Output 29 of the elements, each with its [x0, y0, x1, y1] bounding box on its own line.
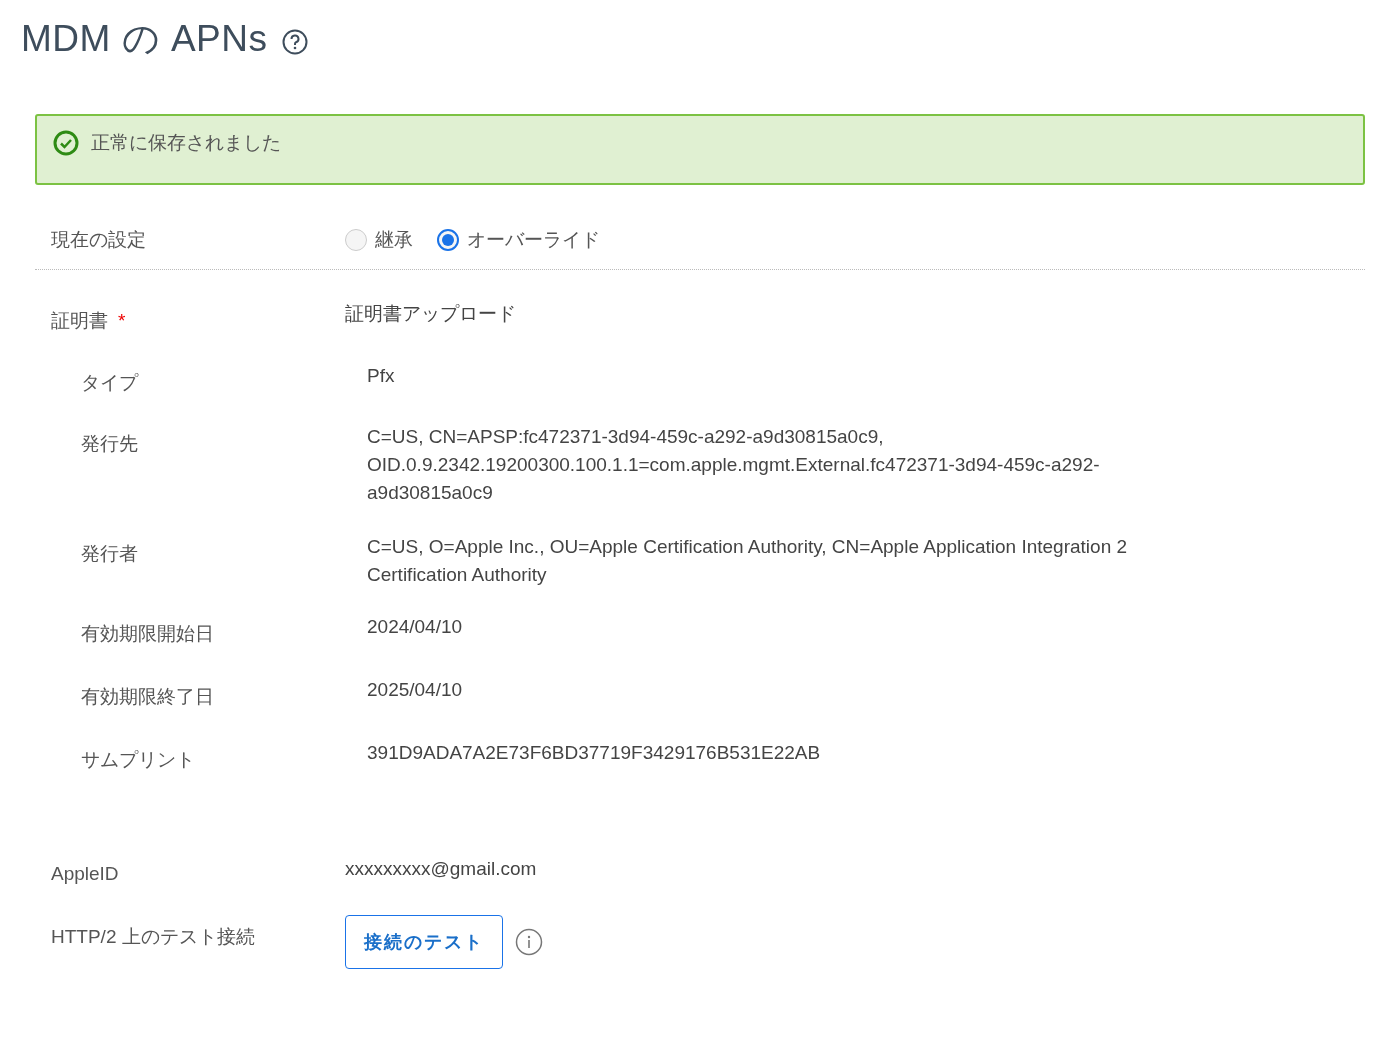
check-circle-icon — [53, 130, 79, 156]
radio-button[interactable] — [437, 229, 459, 251]
page-title: MDM の APNs — [21, 17, 268, 61]
field-label: AppleID — [51, 862, 120, 885]
field-value: 証明書アップロード — [345, 302, 516, 326]
field-label: 証明書 — [51, 310, 108, 331]
field-label: HTTP/2 上のテスト接続 — [51, 925, 256, 949]
field-label: サムプリント — [81, 748, 196, 772]
help-icon[interactable] — [281, 29, 308, 55]
field-label: 発行先 — [81, 432, 139, 456]
field-label: 発行者 — [81, 542, 139, 566]
radio-label[interactable]: 継承 — [375, 227, 413, 253]
field-value: C=US, CN=APSP:fc472371-3d94-459c-a292-a9d30815a0c9, OID.0.9.2342.19200300.100.1.1=com.apple.mgmt.External.fc472371-3d94-459c-a292- a9d30815a0c9 — [367, 425, 1100, 505]
field-value: 2025/04/10 — [367, 678, 463, 702]
radio-button[interactable] — [345, 229, 367, 251]
field-label: 有効期限開始日 — [81, 622, 215, 646]
field-label: 有効期限終了日 — [81, 685, 215, 709]
alert-message: 正常に保存されました — [91, 131, 281, 155]
field-value: 2024/04/10 — [367, 615, 463, 639]
field-value: xxxxxxxxx@gmail.com — [345, 857, 537, 881]
info-icon[interactable] — [515, 928, 543, 956]
field-value: Pfx — [367, 364, 395, 388]
field-label: タイプ — [81, 371, 140, 395]
field-value: 391D9ADA7A2E73F6BD37719F3429176B531E22AB — [367, 741, 821, 765]
field-label: 現在の設定 — [51, 228, 147, 252]
radio-label[interactable]: オーバーライド — [467, 227, 600, 253]
test-connection-button[interactable]: 接続のテスト — [345, 915, 503, 969]
required-mark: * — [118, 310, 126, 331]
field-value: C=US, O=Apple Inc., OU=Apple Certification Authority, CN=Apple Application Integration 2 Certification Authority — [367, 535, 1128, 587]
